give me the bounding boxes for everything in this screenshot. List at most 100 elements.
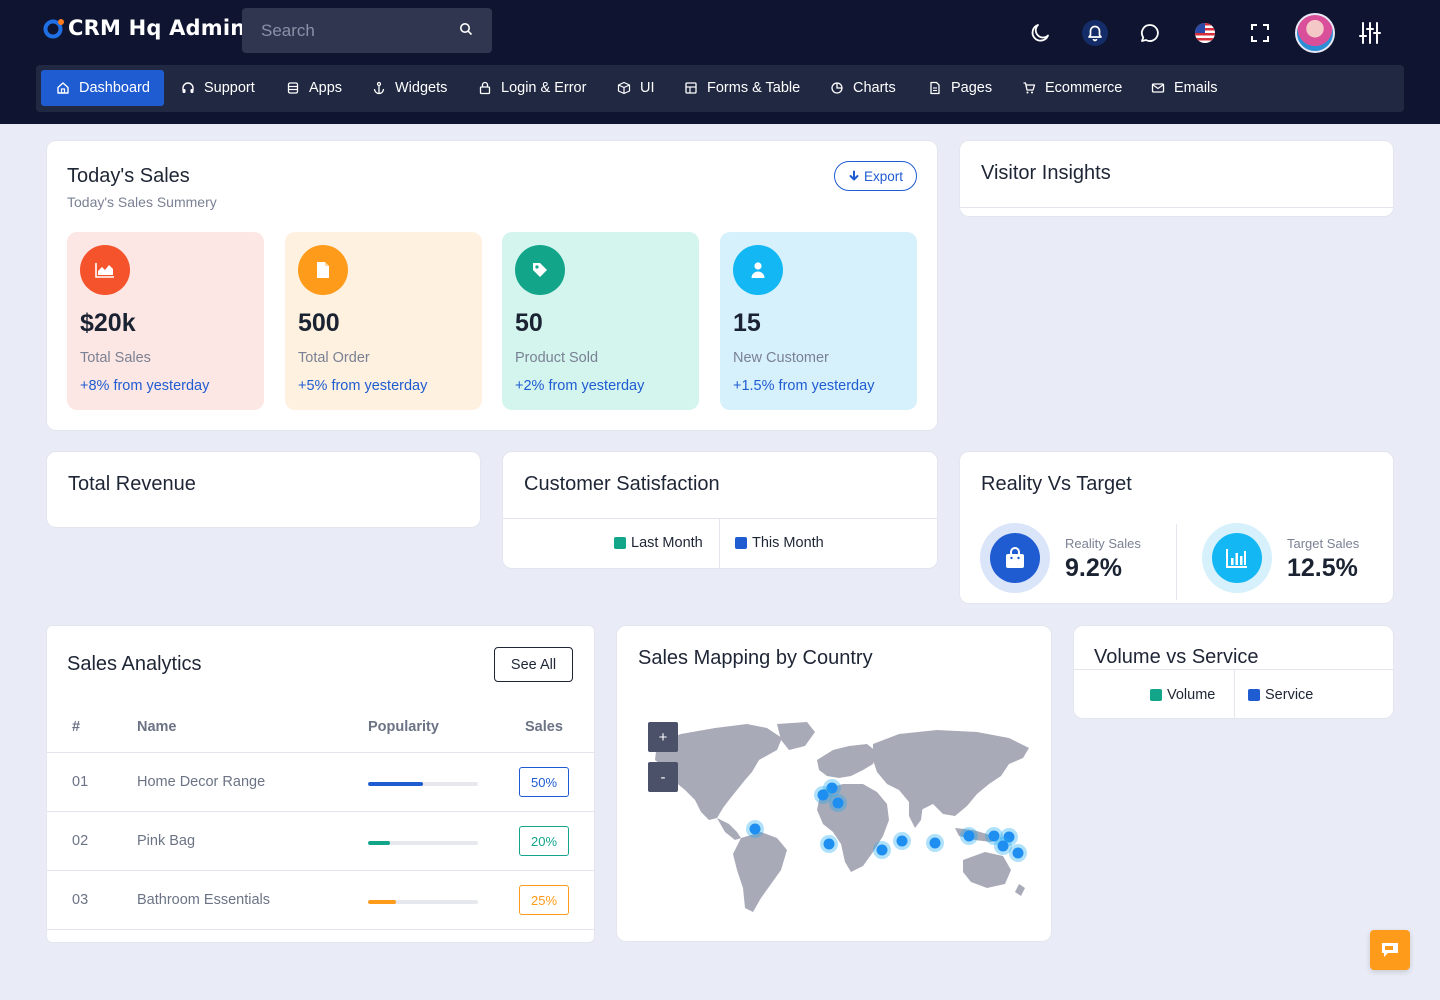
card-title: Sales Mapping by Country <box>638 647 873 669</box>
export-button[interactable]: Export <box>834 161 917 191</box>
map-marker <box>817 789 829 801</box>
nav-item-dashboard[interactable]: Dashboard <box>41 70 164 106</box>
nav-item-ecommerce[interactable]: Ecommerce <box>1022 70 1122 106</box>
nav-label: Support <box>204 80 255 96</box>
map-marker <box>823 838 835 850</box>
search-icon[interactable] <box>459 22 473 41</box>
bell-icon[interactable] <box>1075 12 1115 54</box>
sliders-icon[interactable] <box>1350 12 1390 54</box>
legend-last-month[interactable]: Last Month <box>614 535 703 551</box>
stat-total-order: 500 Total Order +5% from yesterday <box>285 232 482 410</box>
main-nav: Dashboard Support Apps Widgets Login & E… <box>36 65 1404 112</box>
map-marker <box>896 835 908 847</box>
brand-logo-icon <box>42 17 64 39</box>
stat-total-sales: $20k Total Sales +8% from yesterday <box>67 232 264 410</box>
todays-sales-card: Today's Sales Today's Sales Summery Expo… <box>46 140 938 431</box>
stat-value: $20k <box>80 309 136 337</box>
col-header-name[interactable]: Name <box>137 719 177 735</box>
nav-item-forms-table[interactable]: Forms & Table <box>684 70 800 106</box>
stat-value: 500 <box>298 309 340 337</box>
legend-service[interactable]: Service <box>1248 687 1313 703</box>
divider <box>47 929 594 930</box>
nav-item-support[interactable]: Support <box>181 70 255 106</box>
map-markers <box>746 779 1027 862</box>
nav-item-pages[interactable]: Pages <box>928 70 992 106</box>
lock-icon <box>479 81 491 95</box>
nav-label: UI <box>640 80 655 96</box>
nav-item-login-error[interactable]: Login & Error <box>478 70 586 106</box>
chat-launcher-button[interactable] <box>1370 930 1410 970</box>
moon-icon[interactable] <box>1020 12 1060 54</box>
see-all-button[interactable]: See All <box>494 647 573 682</box>
table-row[interactable]: 03 Bathroom Essentials 25% <box>47 870 594 929</box>
table-row[interactable]: 01 Home Decor Range 50% <box>47 752 594 811</box>
popularity-bar <box>368 900 478 904</box>
avatar <box>1295 13 1335 53</box>
stat-label: Total Sales <box>80 350 151 366</box>
col-header-sales[interactable]: Sales <box>525 719 563 735</box>
us-flag-icon[interactable] <box>1185 12 1225 54</box>
stat-label: Total Order <box>298 350 370 366</box>
legend-swatch <box>1248 689 1260 701</box>
nav-item-widgets[interactable]: Widgets <box>372 70 447 106</box>
legend-divider <box>719 519 720 569</box>
search-input[interactable] <box>242 8 452 53</box>
user-icon <box>733 245 783 295</box>
nav-item-emails[interactable]: Emails <box>1151 70 1218 106</box>
map-marker <box>963 830 975 842</box>
nav-label: Pages <box>951 80 993 96</box>
legend-volume[interactable]: Volume <box>1150 687 1215 703</box>
card-title: Today's Sales <box>67 165 190 187</box>
cart-icon <box>1023 82 1036 94</box>
stat-product-sold: 50 Product Sold +2% from yesterday <box>502 232 699 410</box>
legend-label: This Month <box>752 535 824 551</box>
marker-group[interactable] <box>746 779 1027 862</box>
total-revenue-card: Total Revenue <box>46 451 481 528</box>
card-subtitle: Today's Sales Summery <box>67 194 217 210</box>
home-icon <box>57 82 69 94</box>
chat-icon[interactable] <box>1130 12 1170 54</box>
brand[interactable]: CRM Hq Admin <box>42 16 245 40</box>
table-row[interactable]: 02 Pink Bag 20% <box>47 811 594 870</box>
divider <box>1176 524 1177 600</box>
card-title: Visitor Insights <box>981 162 1111 184</box>
map-marker <box>749 823 761 835</box>
world-map[interactable]: + - <box>637 720 1033 920</box>
anchor-icon <box>373 81 385 95</box>
reality-sales-value: 9.2% <box>1065 554 1122 582</box>
nav-label: Emails <box>1174 80 1218 96</box>
legend-this-month[interactable]: This Month <box>735 535 824 551</box>
stat-change: +5% from yesterday <box>298 378 428 394</box>
reality-sales-icon-ring <box>980 523 1050 593</box>
target-sales-value: 12.5% <box>1287 554 1358 582</box>
divider <box>960 207 1393 208</box>
page-icon <box>930 81 940 95</box>
nav-item-charts[interactable]: Charts <box>830 70 896 106</box>
col-header-number[interactable]: # <box>72 719 80 735</box>
map-marker <box>997 840 1009 852</box>
chat-bubble-icon <box>1382 943 1398 957</box>
reality-vs-target-card: Reality Vs Target Reality Sales 9.2% Tar… <box>959 451 1394 604</box>
stat-value: 15 <box>733 309 761 337</box>
nav-label: Charts <box>853 80 896 96</box>
legend-swatch <box>614 537 626 549</box>
row-number: 01 <box>72 774 89 790</box>
nav-label: Forms & Table <box>707 80 801 96</box>
nav-item-apps[interactable]: Apps <box>286 70 342 106</box>
shopping-bag-icon <box>990 533 1040 583</box>
col-header-popularity[interactable]: Popularity <box>368 719 439 735</box>
bar-chart-icon <box>1212 533 1262 583</box>
nav-label: Ecommerce <box>1045 80 1123 96</box>
nav-item-ui[interactable]: UI <box>617 70 655 106</box>
fullscreen-icon[interactable] <box>1240 12 1280 54</box>
stat-change: +1.5% from yesterday <box>733 378 875 394</box>
nav-label: Login & Error <box>501 80 587 96</box>
stat-change: +8% from yesterday <box>80 378 210 394</box>
map-marker <box>832 797 844 809</box>
user-avatar[interactable] <box>1295 12 1335 54</box>
reality-sales-label: Reality Sales <box>1065 536 1141 551</box>
row-number: 02 <box>72 833 89 849</box>
row-number: 03 <box>72 892 89 908</box>
stat-new-customer: 15 New Customer +1.5% from yesterday <box>720 232 917 410</box>
search-box[interactable] <box>242 8 492 53</box>
